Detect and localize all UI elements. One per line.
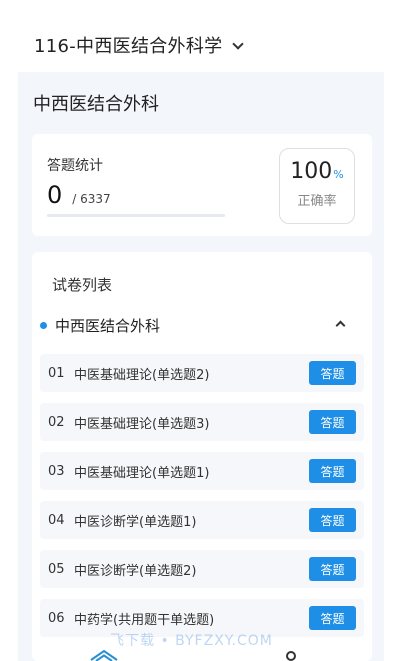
chevron-down-icon[interactable] xyxy=(232,37,245,50)
paper-name: 中药学(共用题干单选题) xyxy=(74,612,215,628)
accuracy-value: 100 xyxy=(290,159,333,184)
subject-selector[interactable]: 116-中西医结合外科学 xyxy=(18,18,384,72)
paper-number: 05 xyxy=(48,561,65,577)
stats-label: 答题统计 xyxy=(47,158,103,174)
paper-number: 03 xyxy=(48,463,65,479)
paper-row[interactable]: 01 中医基础理论(单选题2) 答题 xyxy=(40,354,364,392)
paper-number: 04 xyxy=(48,512,65,528)
paper-number: 01 xyxy=(48,365,65,381)
progress-bar xyxy=(47,214,225,217)
page-title: 中西医结合外科 xyxy=(33,94,159,115)
accuracy-box: 100% 正确率 xyxy=(279,148,355,224)
paper-name: 中医基础理论(单选题2) xyxy=(74,367,210,383)
home-icon[interactable] xyxy=(90,650,118,661)
paper-list-card: 试卷列表 中西医结合外科 01 中医基础理论(单选题2) 答题 02 中医基础理… xyxy=(32,252,372,661)
paper-name: 中医基础理论(单选题1) xyxy=(74,465,210,481)
answer-button[interactable]: 答题 xyxy=(309,606,356,630)
answered-count: 0 xyxy=(47,181,63,209)
paper-name: 中医基础理论(单选题3) xyxy=(74,416,210,432)
answer-button[interactable]: 答题 xyxy=(309,557,356,581)
paper-row[interactable]: 04 中医诊断学(单选题1) 答题 xyxy=(40,501,364,539)
section-name: 中西医结合外科 xyxy=(55,316,161,335)
accuracy-value-wrap: 100% xyxy=(280,159,354,184)
chevron-up-icon[interactable] xyxy=(335,320,346,331)
paper-number: 06 xyxy=(48,610,65,626)
subject-selector-title: 116-中西医结合外科学 xyxy=(34,36,223,57)
accuracy-label: 正确率 xyxy=(297,194,337,209)
paper-row[interactable]: 05 中医诊断学(单选题2) 答题 xyxy=(40,550,364,588)
stats-card: 答题统计 0 / 6337 100% 正确率 xyxy=(32,134,372,236)
section-header[interactable]: 中西医结合外科 xyxy=(40,314,364,336)
paper-list-title: 试卷列表 xyxy=(52,276,113,294)
answer-button[interactable]: 答题 xyxy=(309,508,356,532)
user-icon[interactable] xyxy=(284,650,298,661)
answer-button[interactable]: 答题 xyxy=(309,410,356,434)
page-margin xyxy=(0,0,18,661)
accuracy-unit: % xyxy=(333,168,344,181)
paper-name: 中医诊断学(单选题1) xyxy=(74,514,197,530)
paper-name: 中医诊断学(单选题2) xyxy=(74,563,197,579)
paper-number: 02 xyxy=(48,414,65,430)
section-dot-icon xyxy=(40,321,47,329)
total-count: / 6337 xyxy=(72,192,111,206)
answer-button[interactable]: 答题 xyxy=(309,361,356,385)
stats-count: 0 / 6337 xyxy=(47,181,111,209)
watermark: 飞下载 • BYFZXY.COM xyxy=(110,633,273,649)
answer-button[interactable]: 答题 xyxy=(309,459,356,483)
paper-row[interactable]: 02 中医基础理论(单选题3) 答题 xyxy=(40,403,364,441)
paper-row[interactable]: 03 中医基础理论(单选题1) 答题 xyxy=(40,452,364,490)
